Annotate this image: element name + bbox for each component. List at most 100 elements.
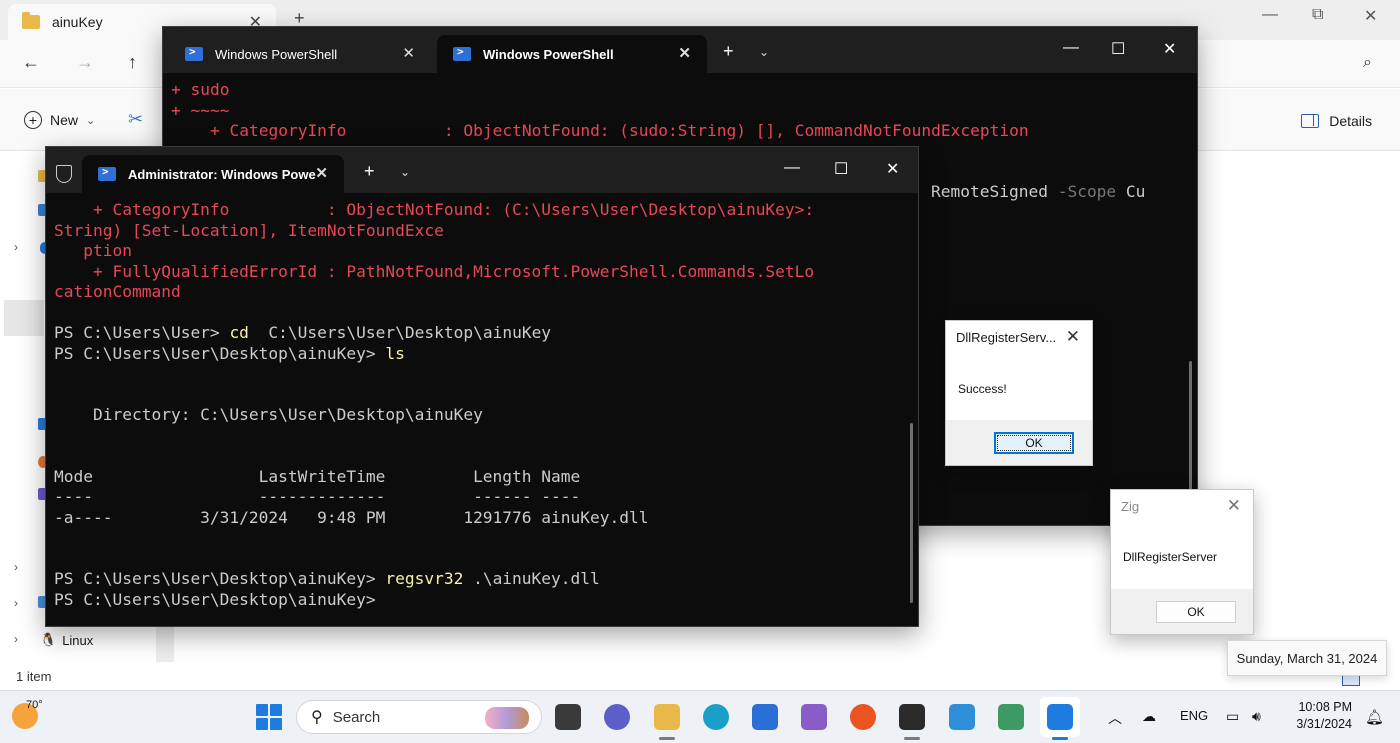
- terminal-title-bar: Windows PowerShell ✕ Windows PowerShell …: [163, 27, 1197, 73]
- ubuntu-icon[interactable]: [850, 704, 876, 730]
- teams-chat-icon[interactable]: [604, 704, 630, 730]
- command-arg: .\ainuKey.dll: [463, 569, 600, 588]
- close-icon[interactable]: ✕: [402, 44, 415, 62]
- terminal-output[interactable]: + sudo + ~~~~ + CategoryInfo : ObjectNot…: [171, 80, 1029, 142]
- task-view-icon[interactable]: [555, 704, 581, 730]
- details-label: Details: [1329, 113, 1372, 129]
- terminal-title-bar: Administrator: Windows Powe ✕ + ⌄ — ☐ ✕: [46, 147, 918, 193]
- clock[interactable]: 10:08 PM 3/31/2024: [1296, 699, 1352, 733]
- terminal-line: cationCommand: [54, 282, 181, 301]
- up-button[interactable]: ↑: [128, 52, 137, 73]
- terminal-tab-active[interactable]: Administrator: Windows Powe ✕: [82, 155, 344, 193]
- command: cd: [229, 323, 249, 342]
- taskbar-app-active[interactable]: [1040, 697, 1080, 737]
- chevron-down-icon[interactable]: ⌄: [400, 165, 410, 179]
- plus-icon: +: [24, 111, 42, 129]
- terminal-icon[interactable]: [899, 704, 925, 730]
- windows-logo-tile: [256, 718, 268, 730]
- terminal-tab[interactable]: Windows PowerShell ✕: [169, 35, 431, 73]
- minimize-button[interactable]: —: [1063, 39, 1079, 57]
- terminal-line: + ~~~~: [171, 100, 230, 120]
- scrollbar[interactable]: [910, 423, 913, 603]
- terminal-line: + sudo: [171, 80, 230, 99]
- terminal-output[interactable]: + CategoryInfo : ObjectNotFound: (C:\Use…: [54, 200, 814, 610]
- cut-icon[interactable]: ✂: [128, 109, 143, 130]
- dialog-title-bar: DllRegisterServ... ✕: [946, 321, 1092, 354]
- prompt: PS C:\Users\User\Desktop\ainuKey>: [54, 343, 386, 363]
- restore-button[interactable]: ⧉: [1312, 6, 1323, 24]
- setup-icon[interactable]: [949, 704, 975, 730]
- minimize-button[interactable]: —: [1262, 6, 1278, 24]
- notification-bell-icon[interactable]: 🔔︎: [1365, 708, 1384, 726]
- close-icon[interactable]: ✕: [315, 164, 328, 182]
- new-button[interactable]: + New ⌄: [24, 111, 95, 129]
- terminal-tab-title: Windows PowerShell: [215, 46, 338, 62]
- installer-icon[interactable]: [998, 704, 1024, 730]
- windows-logo-tile: [270, 718, 282, 730]
- taskbar: 70° ⚲ Search ︿ ☁ ENG ▭ 🔊︎ 10:08 PM 3/31/…: [0, 690, 1400, 743]
- terminal-line: + FullyQualifiedErrorId : PathNotFound,M…: [54, 261, 815, 281]
- chevron-right-icon[interactable]: ›: [14, 632, 18, 646]
- back-button[interactable]: ←: [22, 52, 40, 73]
- powershell-icon: [185, 45, 203, 61]
- terminal-line: + CategoryInfo : ObjectNotFound: (C:\Use…: [54, 200, 815, 219]
- dialog-title: Zig: [1121, 499, 1140, 514]
- terminal-line: String) [Set-Location], ItemNotFoundExce: [54, 220, 444, 240]
- table-separator: ---- ------------- ------ ----: [54, 487, 581, 506]
- dialog-zig: Zig ✕ DllRegisterServer OK: [1110, 489, 1254, 635]
- close-button[interactable]: ✕: [1364, 6, 1377, 26]
- minimize-button[interactable]: —: [784, 159, 800, 177]
- close-icon[interactable]: ✕: [1227, 496, 1241, 516]
- search-label: Search: [332, 708, 381, 726]
- powershell-icon: [98, 165, 116, 181]
- maximize-button[interactable]: ☐: [834, 159, 848, 179]
- store-icon[interactable]: [752, 704, 778, 730]
- clock-time: 10:08 PM: [1298, 700, 1352, 714]
- maximize-button[interactable]: ☐: [1111, 39, 1125, 59]
- language-indicator[interactable]: ENG: [1180, 708, 1208, 723]
- search-icon[interactable]: ⌕: [1363, 54, 1372, 72]
- dialog-body: DllRegisterServer: [1111, 523, 1253, 589]
- command-arg: C:\Users\User\Desktop\ainuKey: [248, 323, 552, 342]
- terminal-line-fragment: RemoteSigned -Scope Cu: [931, 182, 1145, 203]
- penguin-icon: 🐧: [40, 632, 57, 647]
- sidebar-selected-item[interactable]: [4, 300, 44, 336]
- new-tab-button[interactable]: +: [364, 161, 375, 182]
- volume-icon[interactable]: 🔊︎: [1252, 708, 1261, 725]
- search-highlight-icon: [485, 707, 529, 729]
- close-button[interactable]: ✕: [1163, 39, 1176, 59]
- chevron-right-icon[interactable]: ›: [14, 240, 18, 254]
- close-icon[interactable]: ✕: [1066, 327, 1080, 347]
- chevron-right-icon[interactable]: ›: [14, 596, 18, 610]
- chevron-up-icon[interactable]: ︿: [1108, 708, 1122, 728]
- windows-logo-tile: [270, 704, 282, 716]
- ok-button[interactable]: OK: [994, 432, 1074, 454]
- start-button[interactable]: [256, 704, 282, 730]
- chevron-right-icon[interactable]: ›: [14, 560, 18, 574]
- folder-icon: [22, 12, 40, 29]
- explorer-tab-title: ainuKey: [52, 14, 103, 30]
- new-label: New: [50, 112, 79, 128]
- terminal-tab-active[interactable]: Windows PowerShell ✕: [437, 35, 707, 73]
- taskbar-search[interactable]: ⚲ Search: [296, 700, 542, 734]
- close-button[interactable]: ✕: [886, 159, 899, 179]
- terminal-tab-title: Windows PowerShell: [483, 46, 614, 62]
- command: ls: [385, 343, 405, 363]
- visual-studio-icon[interactable]: [801, 704, 827, 730]
- shield-icon: [56, 165, 72, 183]
- prompt: PS C:\Users\User\Desktop\ainuKey>: [54, 569, 386, 588]
- forward-button[interactable]: →: [76, 52, 94, 73]
- dialog-body: Success!: [946, 354, 1092, 420]
- network-icon[interactable]: ☁: [1142, 708, 1156, 725]
- file-explorer-icon[interactable]: [654, 704, 680, 730]
- details-button[interactable]: Details: [1301, 113, 1372, 129]
- display-icon[interactable]: ▭: [1226, 708, 1239, 725]
- dialog-dllregisterserver: DllRegisterServ... ✕ Success! OK: [945, 320, 1093, 466]
- sidebar-item-linux[interactable]: 🐧 Linux: [40, 632, 93, 648]
- chevron-down-icon[interactable]: ⌄: [759, 45, 769, 59]
- ok-button[interactable]: OK: [1156, 601, 1236, 623]
- dialog-title: DllRegisterServ...: [956, 330, 1057, 345]
- close-icon[interactable]: ✕: [678, 44, 691, 62]
- new-tab-button[interactable]: +: [723, 41, 734, 62]
- edge-icon[interactable]: [703, 704, 729, 730]
